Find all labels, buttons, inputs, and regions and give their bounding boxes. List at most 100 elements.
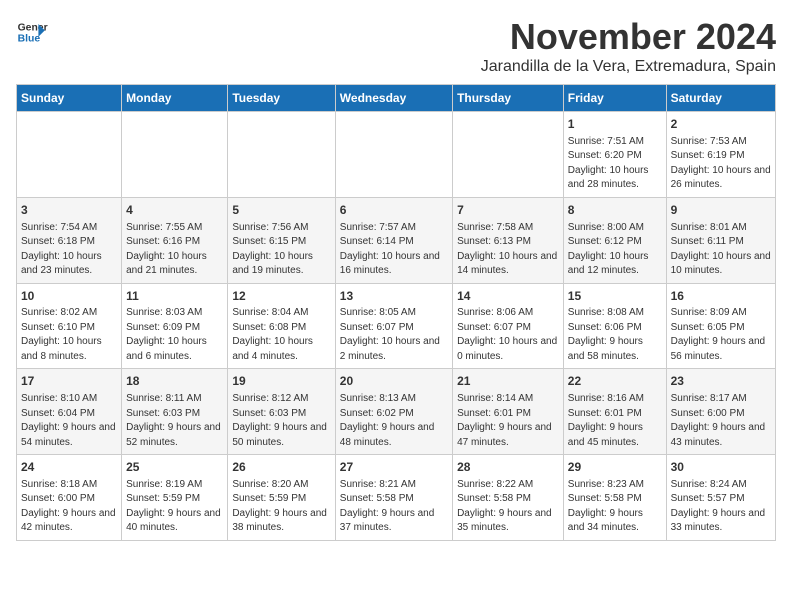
- calendar-cell: 10Sunrise: 8:02 AM Sunset: 6:10 PM Dayli…: [17, 283, 122, 369]
- calendar-cell: 13Sunrise: 8:05 AM Sunset: 6:07 PM Dayli…: [335, 283, 452, 369]
- calendar-cell: 22 Sunrise: 8:16 AM Sunset: 6:01 PM Dayli…: [563, 369, 666, 455]
- day-info: Sunrise: 8:10 AM Sunset: 6:04 PM Dayligh…: [21, 392, 117, 450]
- weekday-header-monday: Monday: [122, 85, 228, 112]
- day-number: 22: [568, 373, 662, 390]
- calendar-cell: [228, 112, 335, 198]
- weekday-header-friday: Friday: [563, 85, 666, 112]
- day-info: Sunrise: 8:09 AM Sunset: 6:05 PM Dayligh…: [671, 306, 771, 364]
- weekday-header-sunday: Sunday: [17, 85, 122, 112]
- logo: General Blue: [16, 16, 48, 48]
- day-info: Sunrise: 8:21 AM Sunset: 5:58 PM Dayligh…: [340, 478, 448, 536]
- day-info: Sunrise: 8:23 AM Sunset: 5:58 PM Dayligh…: [568, 478, 662, 536]
- day-number: 16: [671, 288, 771, 305]
- calendar-cell: 20 Sunrise: 8:13 AM Sunset: 6:02 PM Dayli…: [335, 369, 452, 455]
- calendar-cell: [122, 112, 228, 198]
- day-number: 5: [232, 202, 330, 219]
- day-number: 12: [232, 288, 330, 305]
- header: General Blue November 2024 Jarandilla de…: [16, 16, 776, 76]
- calendar-cell: 2 Sunrise: 7:53 AM Sunset: 6:19 PM Daylig…: [666, 112, 775, 198]
- calendar-cell: 18Sunrise: 8:11 AM Sunset: 6:03 PM Dayli…: [122, 369, 228, 455]
- calendar-week-2: 3 Sunrise: 7:54 AM Sunset: 6:18 PM Daylig…: [17, 197, 776, 283]
- weekday-header-row: SundayMondayTuesdayWednesdayThursdayFrid…: [17, 85, 776, 112]
- calendar-cell: 16Sunrise: 8:09 AM Sunset: 6:05 PM Dayli…: [666, 283, 775, 369]
- day-info: Sunrise: 8:03 AM Sunset: 6:09 PM Dayligh…: [126, 306, 223, 364]
- day-info: Sunrise: 7:54 AM Sunset: 6:18 PM Dayligh…: [21, 221, 117, 279]
- day-info: Sunrise: 8:20 AM Sunset: 5:59 PM Dayligh…: [232, 478, 330, 536]
- calendar-cell: 4 Sunrise: 7:55 AM Sunset: 6:16 PM Daylig…: [122, 197, 228, 283]
- day-info: Sunrise: 7:57 AM Sunset: 6:14 PM Dayligh…: [340, 221, 448, 279]
- calendar-cell: 7 Sunrise: 7:58 AM Sunset: 6:13 PM Daylig…: [453, 197, 564, 283]
- day-info: Sunrise: 8:16 AM Sunset: 6:01 PM Dayligh…: [568, 392, 662, 450]
- calendar-cell: 14Sunrise: 8:06 AM Sunset: 6:07 PM Dayli…: [453, 283, 564, 369]
- day-number: 13: [340, 288, 448, 305]
- calendar-cell: [335, 112, 452, 198]
- calendar-cell: 29 Sunrise: 8:23 AM Sunset: 5:58 PM Dayli…: [563, 455, 666, 541]
- day-number: 6: [340, 202, 448, 219]
- day-number: 1: [568, 116, 662, 133]
- day-number: 7: [457, 202, 559, 219]
- day-info: Sunrise: 8:13 AM Sunset: 6:02 PM Dayligh…: [340, 392, 448, 450]
- day-number: 21: [457, 373, 559, 390]
- calendar-week-3: 10Sunrise: 8:02 AM Sunset: 6:10 PM Dayli…: [17, 283, 776, 369]
- day-number: 29: [568, 459, 662, 476]
- logo-icon: General Blue: [16, 16, 48, 48]
- day-info: Sunrise: 7:53 AM Sunset: 6:19 PM Dayligh…: [671, 135, 771, 193]
- weekday-header-wednesday: Wednesday: [335, 85, 452, 112]
- calendar-cell: 15Sunrise: 8:08 AM Sunset: 6:06 PM Dayli…: [563, 283, 666, 369]
- weekday-header-tuesday: Tuesday: [228, 85, 335, 112]
- day-number: 10: [21, 288, 117, 305]
- day-info: Sunrise: 8:22 AM Sunset: 5:58 PM Dayligh…: [457, 478, 559, 536]
- day-number: 30: [671, 459, 771, 476]
- day-info: Sunrise: 8:05 AM Sunset: 6:07 PM Dayligh…: [340, 306, 448, 364]
- calendar-table: SundayMondayTuesdayWednesdayThursdayFrid…: [16, 84, 776, 541]
- day-info: Sunrise: 7:51 AM Sunset: 6:20 PM Dayligh…: [568, 135, 662, 193]
- day-info: Sunrise: 8:19 AM Sunset: 5:59 PM Dayligh…: [126, 478, 223, 536]
- calendar-cell: 8 Sunrise: 8:00 AM Sunset: 6:12 PM Daylig…: [563, 197, 666, 283]
- calendar-cell: 26 Sunrise: 8:20 AM Sunset: 5:59 PM Dayli…: [228, 455, 335, 541]
- calendar-week-4: 17 Sunrise: 8:10 AM Sunset: 6:04 PM Dayli…: [17, 369, 776, 455]
- day-info: Sunrise: 8:04 AM Sunset: 6:08 PM Dayligh…: [232, 306, 330, 364]
- day-number: 27: [340, 459, 448, 476]
- day-number: 24: [21, 459, 117, 476]
- day-number: 15: [568, 288, 662, 305]
- day-number: 14: [457, 288, 559, 305]
- day-info: Sunrise: 8:17 AM Sunset: 6:00 PM Dayligh…: [671, 392, 771, 450]
- calendar-cell: 30Sunrise: 8:24 AM Sunset: 5:57 PM Dayli…: [666, 455, 775, 541]
- day-number: 8: [568, 202, 662, 219]
- calendar-cell: 9Sunrise: 8:01 AM Sunset: 6:11 PM Daylig…: [666, 197, 775, 283]
- day-info: Sunrise: 8:02 AM Sunset: 6:10 PM Dayligh…: [21, 306, 117, 364]
- day-info: Sunrise: 8:14 AM Sunset: 6:01 PM Dayligh…: [457, 392, 559, 450]
- day-info: Sunrise: 8:11 AM Sunset: 6:03 PM Dayligh…: [126, 392, 223, 450]
- calendar-cell: 21 Sunrise: 8:14 AM Sunset: 6:01 PM Dayli…: [453, 369, 564, 455]
- day-info: Sunrise: 8:00 AM Sunset: 6:12 PM Dayligh…: [568, 221, 662, 279]
- svg-text:Blue: Blue: [18, 34, 41, 45]
- day-number: 3: [21, 202, 117, 219]
- day-number: 19: [232, 373, 330, 390]
- calendar-week-5: 24 Sunrise: 8:18 AM Sunset: 6:00 PM Dayli…: [17, 455, 776, 541]
- day-info: Sunrise: 7:55 AM Sunset: 6:16 PM Dayligh…: [126, 221, 223, 279]
- day-number: 25: [126, 459, 223, 476]
- calendar-week-1: 1 Sunrise: 7:51 AM Sunset: 6:20 PM Daylig…: [17, 112, 776, 198]
- calendar-cell: 24 Sunrise: 8:18 AM Sunset: 6:00 PM Dayli…: [17, 455, 122, 541]
- day-info: Sunrise: 8:08 AM Sunset: 6:06 PM Dayligh…: [568, 306, 662, 364]
- day-number: 9: [671, 202, 771, 219]
- weekday-header-thursday: Thursday: [453, 85, 564, 112]
- day-info: Sunrise: 7:58 AM Sunset: 6:13 PM Dayligh…: [457, 221, 559, 279]
- day-info: Sunrise: 8:18 AM Sunset: 6:00 PM Dayligh…: [21, 478, 117, 536]
- calendar-cell: 3 Sunrise: 7:54 AM Sunset: 6:18 PM Daylig…: [17, 197, 122, 283]
- day-number: 2: [671, 116, 771, 133]
- day-info: Sunrise: 8:06 AM Sunset: 6:07 PM Dayligh…: [457, 306, 559, 364]
- day-number: 4: [126, 202, 223, 219]
- day-number: 17: [21, 373, 117, 390]
- month-title: November 2024: [481, 16, 776, 58]
- location-title: Jarandilla de la Vera, Extremadura, Spai…: [481, 58, 776, 76]
- day-number: 23: [671, 373, 771, 390]
- calendar-cell: 6 Sunrise: 7:57 AM Sunset: 6:14 PM Daylig…: [335, 197, 452, 283]
- calendar-cell: 17 Sunrise: 8:10 AM Sunset: 6:04 PM Dayli…: [17, 369, 122, 455]
- day-info: Sunrise: 8:12 AM Sunset: 6:03 PM Dayligh…: [232, 392, 330, 450]
- weekday-header-saturday: Saturday: [666, 85, 775, 112]
- day-info: Sunrise: 7:56 AM Sunset: 6:15 PM Dayligh…: [232, 221, 330, 279]
- calendar-cell: 28Sunrise: 8:22 AM Sunset: 5:58 PM Dayli…: [453, 455, 564, 541]
- day-number: 26: [232, 459, 330, 476]
- day-number: 20: [340, 373, 448, 390]
